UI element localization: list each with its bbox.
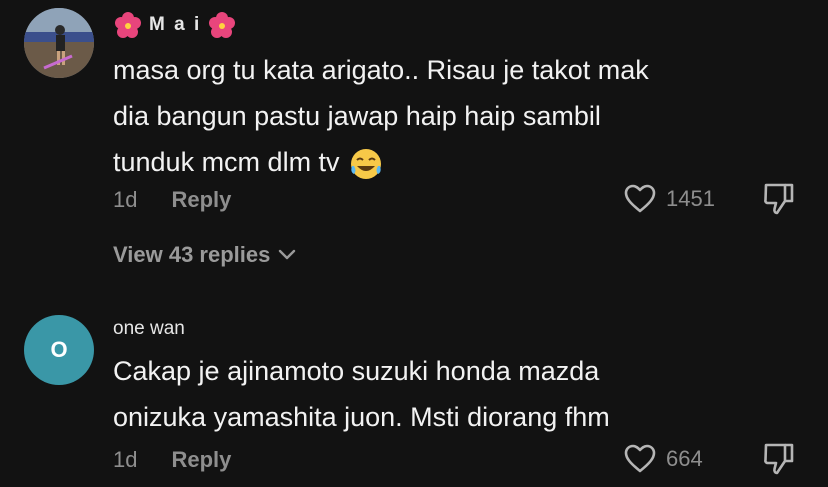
like-button[interactable]: 664 bbox=[624, 444, 703, 474]
comment-body: Cakap je ajinamoto suzuki honda mazda on… bbox=[113, 348, 753, 440]
timestamp: 1d bbox=[113, 447, 138, 472]
comment-line-with-emoji: tunduk mcm dlm tv bbox=[113, 139, 753, 185]
username-one-wan[interactable]: one wan bbox=[113, 318, 185, 340]
hibiscus-icon bbox=[115, 12, 141, 38]
tears-of-joy-icon bbox=[350, 148, 381, 179]
comment-meta: 1d Reply bbox=[113, 447, 231, 473]
comment-body: masa org tu kata arigato.. Risau je tako… bbox=[113, 47, 753, 185]
heart-outline-icon bbox=[624, 184, 656, 213]
comment-line: tunduk mcm dlm tv bbox=[113, 147, 340, 177]
like-count: 1451 bbox=[666, 186, 715, 211]
like-count: 664 bbox=[666, 446, 703, 471]
dislike-button[interactable] bbox=[763, 442, 795, 481]
comment-line: onizuka yamashita juon. Msti diorang fhm bbox=[113, 402, 610, 432]
reply-button[interactable]: Reply bbox=[171, 187, 231, 213]
timestamp: 1d bbox=[113, 187, 138, 212]
reply-button[interactable]: Reply bbox=[171, 447, 231, 473]
avatar-one-wan[interactable]: O bbox=[24, 315, 94, 385]
view-replies-button[interactable]: View 43 replies bbox=[113, 242, 296, 268]
chevron-down-icon bbox=[279, 249, 296, 260]
heart-outline-icon bbox=[624, 444, 656, 473]
username-mai[interactable]: M a i bbox=[113, 10, 237, 40]
comment-meta: 1d Reply bbox=[113, 187, 231, 213]
view-replies-label: View 43 replies bbox=[113, 242, 271, 267]
username-text: one wan bbox=[113, 318, 185, 339]
comment-line: Cakap je ajinamoto suzuki honda mazda bbox=[113, 356, 600, 386]
username-text: M a i bbox=[149, 14, 202, 35]
avatar-photo-icon bbox=[24, 8, 94, 78]
comment-line: masa org tu kata arigato.. Risau je tako… bbox=[113, 55, 649, 85]
like-button[interactable]: 1451 bbox=[624, 184, 715, 214]
thumbs-down-icon bbox=[764, 443, 794, 475]
comment-line: dia bangun pastu jawap haip haip sambil bbox=[113, 101, 601, 131]
dislike-button[interactable] bbox=[763, 182, 795, 221]
avatar-mai[interactable] bbox=[24, 8, 94, 78]
thumbs-down-icon bbox=[764, 183, 794, 215]
hibiscus-icon bbox=[209, 12, 236, 38]
avatar-letter: O bbox=[50, 337, 68, 362]
